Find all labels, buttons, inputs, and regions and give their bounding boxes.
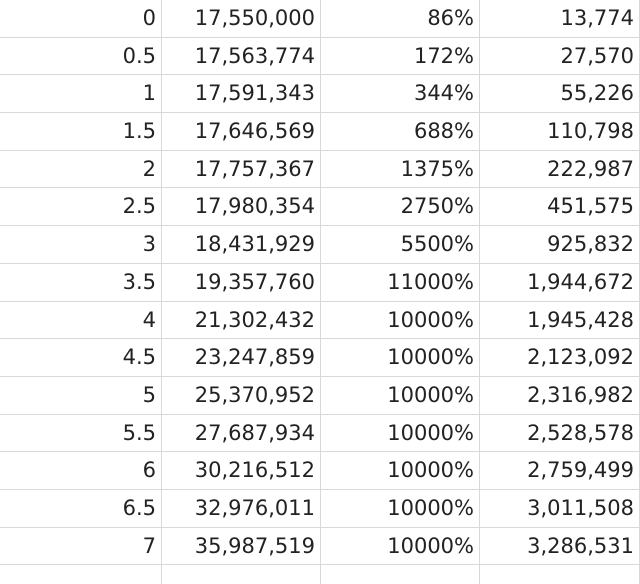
table-row: 5.5 27,687,934 10000% 2,528,578 xyxy=(0,414,640,453)
growth-cell[interactable]: 3,286,531 xyxy=(480,527,640,566)
balance-cell[interactable]: 17,591,343 xyxy=(162,75,321,114)
year-cell[interactable]: 5.5 xyxy=(0,414,162,453)
year-cell[interactable]: 6 xyxy=(0,452,162,490)
table-row: 1 17,591,343 344% 55,226 xyxy=(0,75,640,114)
growth-cell[interactable]: 1,945,428 xyxy=(480,301,640,340)
rate-cell[interactable]: 86% xyxy=(321,0,480,38)
rate-cell[interactable]: 172% xyxy=(321,37,480,76)
balance-cell[interactable]: 17,646,569 xyxy=(162,113,321,151)
rate-cell[interactable]: 10000% xyxy=(321,376,480,415)
balance-cell[interactable]: 17,563,774 xyxy=(162,37,321,76)
growth-cell[interactable]: 2,759,499 xyxy=(480,452,640,490)
table-row: 0.5 17,563,774 172% 27,570 xyxy=(0,37,640,76)
balance-cell[interactable]: 23,247,859 xyxy=(162,339,321,377)
growth-cell[interactable]: 2,528,578 xyxy=(480,414,640,453)
year-cell[interactable]: 1.5 xyxy=(0,113,162,151)
balance-cell[interactable]: 18,431,929 xyxy=(162,226,321,264)
rate-cell[interactable]: 11000% xyxy=(321,263,480,302)
cell-grid: 0 17,550,000 86% 13,774 0.5 17,563,774 172% 27,… xyxy=(0,0,640,584)
cell[interactable] xyxy=(162,565,321,584)
year-cell[interactable]: 2.5 xyxy=(0,188,162,227)
year-cell[interactable]: 3.5 xyxy=(0,263,162,302)
balance-cell[interactable]: 25,370,952 xyxy=(162,376,321,415)
growth-cell[interactable]: 222,987 xyxy=(480,150,640,189)
table-row: 4.5 23,247,859 10000% 2,123,092 xyxy=(0,339,640,377)
balance-cell[interactable]: 19,357,760 xyxy=(162,263,321,302)
table-row: 3 18,431,929 5500% 925,832 xyxy=(0,226,640,264)
year-cell[interactable]: 5 xyxy=(0,376,162,415)
table-row: 7 35,987,519 10000% 3,286,531 xyxy=(0,527,640,566)
table-row-partial xyxy=(0,565,640,584)
rate-cell[interactable]: 688% xyxy=(321,113,480,151)
table-row: 5 25,370,952 10000% 2,316,982 xyxy=(0,376,640,415)
balance-cell[interactable]: 30,216,512 xyxy=(162,452,321,490)
growth-cell[interactable]: 110,798 xyxy=(480,113,640,151)
table-row: 6.5 32,976,011 10000% 3,011,508 xyxy=(0,489,640,528)
growth-cell[interactable]: 13,774 xyxy=(480,0,640,38)
growth-cell[interactable]: 451,575 xyxy=(480,188,640,227)
rate-cell[interactable]: 10000% xyxy=(321,301,480,340)
balance-cell[interactable]: 27,687,934 xyxy=(162,414,321,453)
year-cell[interactable]: 7 xyxy=(0,527,162,566)
cell[interactable] xyxy=(0,565,162,584)
rate-cell[interactable]: 10000% xyxy=(321,489,480,528)
rate-cell[interactable]: 5500% xyxy=(321,226,480,264)
growth-cell[interactable]: 2,316,982 xyxy=(480,376,640,415)
growth-cell[interactable]: 55,226 xyxy=(480,75,640,114)
year-cell[interactable]: 4.5 xyxy=(0,339,162,377)
balance-cell[interactable]: 17,980,354 xyxy=(162,188,321,227)
spreadsheet: 0 17,550,000 86% 13,774 0.5 17,563,774 172% 27,… xyxy=(0,0,640,584)
rate-cell[interactable]: 1375% xyxy=(321,150,480,189)
year-cell[interactable]: 0.5 xyxy=(0,37,162,76)
cell[interactable] xyxy=(321,565,480,584)
rate-cell[interactable]: 10000% xyxy=(321,339,480,377)
table-row: 4 21,302,432 10000% 1,945,428 xyxy=(0,301,640,340)
table-row: 6 30,216,512 10000% 2,759,499 xyxy=(0,452,640,490)
growth-cell[interactable]: 27,570 xyxy=(480,37,640,76)
year-cell[interactable]: 1 xyxy=(0,75,162,114)
table-row: 0 17,550,000 86% 13,774 xyxy=(0,0,640,38)
cell[interactable] xyxy=(480,565,640,584)
table-row: 2 17,757,367 1375% 222,987 xyxy=(0,150,640,189)
year-cell[interactable]: 4 xyxy=(0,301,162,340)
year-cell[interactable]: 3 xyxy=(0,226,162,264)
rate-cell[interactable]: 10000% xyxy=(321,527,480,566)
growth-cell[interactable]: 925,832 xyxy=(480,226,640,264)
balance-cell[interactable]: 32,976,011 xyxy=(162,489,321,528)
year-cell[interactable]: 2 xyxy=(0,150,162,189)
year-cell[interactable]: 6.5 xyxy=(0,489,162,528)
balance-cell[interactable]: 17,757,367 xyxy=(162,150,321,189)
rate-cell[interactable]: 10000% xyxy=(321,452,480,490)
balance-cell[interactable]: 21,302,432 xyxy=(162,301,321,340)
rate-cell[interactable]: 10000% xyxy=(321,414,480,453)
growth-cell[interactable]: 3,011,508 xyxy=(480,489,640,528)
rate-cell[interactable]: 344% xyxy=(321,75,480,114)
table-row: 2.5 17,980,354 2750% 451,575 xyxy=(0,188,640,227)
year-cell[interactable]: 0 xyxy=(0,0,162,38)
growth-cell[interactable]: 1,944,672 xyxy=(480,263,640,302)
balance-cell[interactable]: 35,987,519 xyxy=(162,527,321,566)
rate-cell[interactable]: 2750% xyxy=(321,188,480,227)
table-row: 3.5 19,357,760 11000% 1,944,672 xyxy=(0,263,640,302)
table-row: 1.5 17,646,569 688% 110,798 xyxy=(0,113,640,151)
balance-cell[interactable]: 17,550,000 xyxy=(162,0,321,38)
growth-cell[interactable]: 2,123,092 xyxy=(480,339,640,377)
